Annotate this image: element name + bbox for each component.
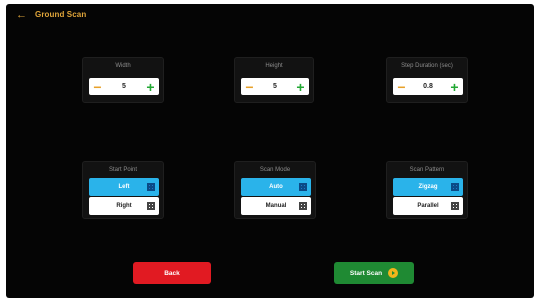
grid-icon	[451, 183, 459, 191]
step-duration-label: Step Duration (sec)	[401, 63, 453, 69]
grid-icon	[299, 183, 307, 191]
width-stepper: − 5 +	[89, 78, 159, 95]
step-duration-card: Step Duration (sec) − 0.8 +	[386, 57, 468, 103]
height-card: Height − 5 +	[234, 57, 314, 103]
header: ← Ground Scan	[6, 4, 534, 26]
grid-icon	[147, 183, 155, 191]
width-card: Width − 5 +	[82, 57, 164, 103]
scan-pattern-card: Scan Pattern Zigzag Parallel	[386, 161, 468, 219]
step-duration-decrement-button[interactable]: −	[393, 78, 410, 95]
scan-mode-label: Scan Mode	[259, 167, 291, 173]
width-increment-button[interactable]: +	[142, 78, 159, 95]
scan-mode-option-manual[interactable]: Manual	[241, 197, 311, 215]
height-label: Height	[265, 63, 283, 69]
height-value: 5	[273, 83, 277, 90]
scan-mode-option-label: Manual	[265, 203, 287, 209]
height-decrement-button[interactable]: −	[241, 78, 258, 95]
scan-pattern-option-label: Parallel	[417, 203, 439, 209]
scan-pattern-options: Zigzag Parallel	[393, 178, 463, 215]
start-point-option-label: Right	[116, 203, 132, 209]
step-duration-value: 0.8	[423, 83, 433, 90]
step-duration-stepper: − 0.8 +	[393, 78, 463, 95]
back-button[interactable]: Back	[133, 262, 211, 284]
width-value: 5	[122, 83, 126, 90]
scan-pattern-option-label: Zigzag	[418, 184, 438, 190]
grid-icon	[299, 202, 307, 210]
page-title: Ground Scan	[35, 10, 87, 19]
start-point-label: Start Point	[108, 167, 137, 173]
start-point-option-right[interactable]: Right	[89, 197, 159, 215]
back-button-label: Back	[164, 269, 180, 277]
scan-mode-option-label: Auto	[269, 184, 283, 190]
scan-mode-option-auto[interactable]: Auto	[241, 178, 311, 196]
play-icon	[388, 268, 399, 278]
height-stepper: − 5 +	[241, 78, 309, 95]
grid-icon	[147, 202, 155, 210]
width-label: Width	[115, 63, 131, 69]
start-point-options: Left Right	[89, 178, 159, 215]
back-arrow-icon[interactable]: ←	[16, 9, 28, 21]
scan-pattern-label: Scan Pattern	[409, 167, 445, 173]
scan-pattern-option-zigzag[interactable]: Zigzag	[393, 178, 463, 196]
start-point-option-left[interactable]: Left	[89, 178, 159, 196]
scan-mode-card: Scan Mode Auto Manual	[234, 161, 316, 219]
scan-pattern-option-parallel[interactable]: Parallel	[393, 197, 463, 215]
start-scan-button-label: Start Scan	[349, 269, 383, 277]
grid-icon	[451, 202, 459, 210]
width-decrement-button[interactable]: −	[89, 78, 106, 95]
ground-scan-screen: ← Ground Scan Width − 5 + Height − 5 + S…	[6, 4, 534, 298]
start-scan-button[interactable]: Start Scan	[334, 262, 414, 284]
step-duration-increment-button[interactable]: +	[446, 78, 463, 95]
start-point-option-label: Left	[118, 184, 130, 190]
height-increment-button[interactable]: +	[292, 78, 309, 95]
scan-mode-options: Auto Manual	[241, 178, 311, 215]
start-point-card: Start Point Left Right	[82, 161, 164, 219]
